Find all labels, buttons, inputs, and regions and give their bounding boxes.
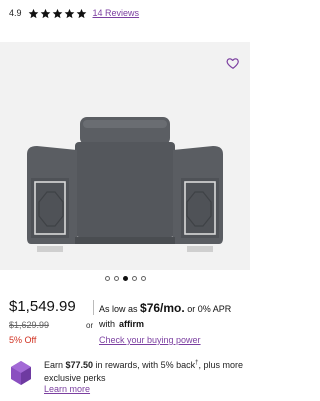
rewards-message: Earn $77.50 in rewards, with 5% back†, p… bbox=[44, 357, 244, 385]
carousel-dot[interactable] bbox=[113, 276, 119, 281]
financing-or: or bbox=[184, 304, 198, 314]
or-separator: or bbox=[86, 321, 94, 330]
with-label: with bbox=[99, 319, 116, 329]
rewards-gem-icon bbox=[11, 361, 31, 385]
star-icon bbox=[76, 8, 86, 18]
star-icon bbox=[52, 8, 62, 18]
original-price: $1,629.99 bbox=[9, 320, 50, 330]
carousel-dot[interactable] bbox=[131, 276, 137, 281]
current-price: $1,549.99 bbox=[9, 298, 76, 315]
rewards-amount: $77.50 bbox=[65, 360, 94, 370]
check-buying-power-link[interactable]: Check your buying power bbox=[99, 335, 201, 345]
star-icon bbox=[28, 8, 38, 18]
rewards-earn-prefix: Earn bbox=[44, 360, 66, 370]
product-image-sofa bbox=[27, 117, 223, 252]
carousel-dots bbox=[0, 276, 250, 281]
rating-value: 4.9 bbox=[9, 8, 22, 18]
financing-apr: 0% APR bbox=[197, 304, 232, 314]
carousel-dot[interactable] bbox=[140, 276, 146, 281]
star-rating bbox=[28, 8, 87, 19]
rewards-earn-suffix: in rewards, with 5% back bbox=[93, 360, 196, 370]
financing-offer: As low as $76/mo. or 0% APR bbox=[99, 301, 231, 315]
financing-provider-row: with affirm bbox=[99, 319, 144, 329]
learn-more-link[interactable]: Learn more bbox=[44, 384, 90, 394]
discount-badge: 5% Off bbox=[9, 335, 37, 345]
product-image-carousel[interactable] bbox=[0, 42, 250, 270]
affirm-logo: affirm bbox=[119, 319, 145, 329]
financing-prefix: As low as bbox=[99, 304, 141, 314]
star-icon bbox=[40, 8, 50, 18]
price-divider bbox=[93, 300, 94, 315]
carousel-dot-active[interactable] bbox=[122, 276, 128, 281]
reviews-link[interactable]: 14 Reviews bbox=[93, 8, 140, 18]
carousel-dot[interactable] bbox=[104, 276, 110, 281]
rating-row: 4.9 14 Reviews bbox=[9, 4, 139, 22]
heart-icon[interactable] bbox=[226, 56, 240, 70]
financing-amount: $76/mo. bbox=[140, 301, 185, 315]
star-icon bbox=[64, 8, 74, 18]
